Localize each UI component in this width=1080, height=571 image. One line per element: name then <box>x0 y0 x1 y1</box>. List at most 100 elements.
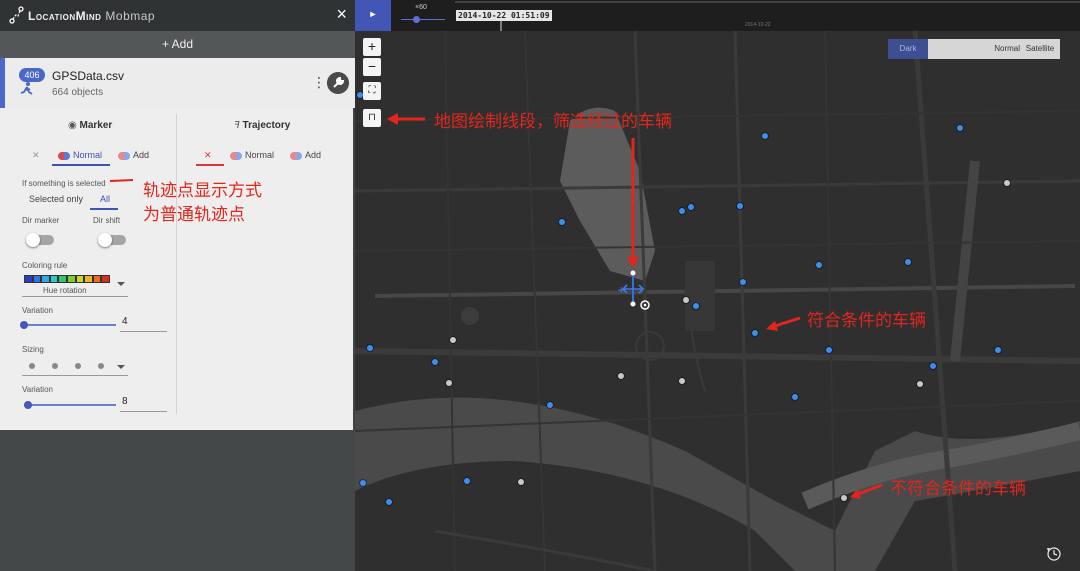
variation-value[interactable]: 4 <box>122 316 128 327</box>
nonmatching-vehicle-marker[interactable] <box>917 381 923 387</box>
normal-pill-icon <box>58 151 70 160</box>
panel-header: LocationMind Mobmap × <box>0 0 355 31</box>
variation2-slider-track[interactable] <box>24 404 116 406</box>
matching-vehicle-marker[interactable] <box>762 133 768 139</box>
zoom-in-button[interactable]: + <box>363 38 381 56</box>
dir-marker-label: Dir marker <box>22 216 60 225</box>
matching-vehicle-marker[interactable] <box>930 363 936 369</box>
coloring-rule-swatch[interactable] <box>24 275 110 283</box>
brand-name: LocationMind <box>28 9 102 23</box>
selected-all-underline <box>90 208 118 210</box>
clock-icon[interactable] <box>1045 545 1061 561</box>
matching-vehicle-marker[interactable] <box>957 125 963 131</box>
map-style-normal[interactable]: Normal <box>948 39 1020 59</box>
matching-vehicle-marker[interactable] <box>737 203 743 209</box>
marker-mode-add[interactable]: Add <box>118 150 149 160</box>
marker-mode-add-label: Add <box>133 150 150 160</box>
matching-vehicle-marker[interactable] <box>792 394 798 400</box>
normal-pill-icon <box>230 151 242 160</box>
matching-vehicle-marker[interactable] <box>752 330 758 336</box>
matching-vehicle-marker[interactable] <box>995 347 1001 353</box>
annotation-nonmatching-vehicles: 不符合条件的车辆 <box>890 479 1026 499</box>
timeline-bar: ► ×60 2014-10-22 01:51:09 2014-10-22 <box>355 0 1080 31</box>
panel-empty-area <box>0 430 355 571</box>
trajectory-title: Trajectory <box>242 120 291 131</box>
variation2-value[interactable]: 8 <box>122 396 128 407</box>
layer-card[interactable]: 406 GPSData.csv 664 objects ⋮ <box>0 58 355 108</box>
matching-vehicle-marker[interactable] <box>816 262 822 268</box>
variation2-slider-knob[interactable] <box>24 401 32 409</box>
add-pill-icon <box>118 151 130 160</box>
map-style-switch: Dark Normal Satellite <box>888 39 1060 59</box>
close-icon[interactable]: × <box>336 4 347 24</box>
zoom-out-button[interactable]: − <box>363 58 381 76</box>
play-icon[interactable]: ► <box>355 0 391 31</box>
sizing-underline <box>22 375 128 376</box>
marker-mode-none[interactable]: ✕ <box>32 150 40 161</box>
none-icon: ✕ <box>204 150 212 160</box>
draw-segment-icon[interactable]: ⊓ <box>363 109 381 127</box>
matching-vehicle-marker[interactable] <box>826 347 832 353</box>
add-pill-icon <box>290 151 302 160</box>
trajectory-mode-add[interactable]: Add <box>290 150 321 160</box>
wrench-icon[interactable] <box>327 72 349 94</box>
nonmatching-vehicle-marker[interactable] <box>450 337 456 343</box>
dir-shift-toggle[interactable] <box>98 233 126 247</box>
matching-vehicle-marker[interactable] <box>905 259 911 265</box>
matching-vehicle-marker[interactable] <box>386 499 392 505</box>
section-divider <box>176 114 177 414</box>
trajectory-mode-none[interactable]: ✕ <box>204 150 212 161</box>
matching-vehicle-marker[interactable] <box>360 480 366 486</box>
annotation-draw-segment: 地图绘制线段，筛选经过的车辆 <box>434 112 672 132</box>
nonmatching-vehicle-marker[interactable] <box>679 378 685 384</box>
matching-vehicle-marker[interactable] <box>367 345 373 351</box>
coloring-rule-value: Hue rotation <box>43 286 87 295</box>
variation-slider-track[interactable] <box>24 324 116 326</box>
map-style-satellite[interactable]: Satellite <box>1020 39 1060 59</box>
marker-mode-normal[interactable]: Normal <box>58 150 102 160</box>
marker-mode-underline <box>52 164 110 166</box>
matching-vehicle-marker[interactable] <box>740 279 746 285</box>
matching-vehicle-marker[interactable] <box>559 219 565 225</box>
trajectory-mode-normal[interactable]: Normal <box>230 150 274 160</box>
variation-slider-knob[interactable] <box>20 321 28 329</box>
svg-text:+: + <box>617 285 625 296</box>
variation-label: Variation <box>22 306 53 315</box>
matching-vehicle-marker[interactable] <box>547 402 553 408</box>
nonmatching-vehicle-marker[interactable] <box>841 495 847 501</box>
annotation-matching-vehicles: 符合条件的车辆 <box>807 311 926 331</box>
nonmatching-vehicle-marker[interactable] <box>618 373 624 379</box>
dir-marker-toggle[interactable] <box>26 233 54 247</box>
trajectory-mode-underline <box>196 164 224 166</box>
variation2-label: Variation <box>22 385 53 394</box>
matching-vehicle-marker[interactable] <box>688 204 694 210</box>
selected-all-option[interactable]: All <box>100 194 110 204</box>
map-style-dark[interactable]: Dark <box>888 39 928 59</box>
speed-slider-track[interactable] <box>401 19 445 20</box>
color-swatch <box>41 275 50 283</box>
nonmatching-vehicle-marker[interactable] <box>518 479 524 485</box>
marker-mode-normal-label: Normal <box>73 150 103 160</box>
selected-only-option[interactable]: Selected only <box>29 194 83 204</box>
fit-bounds-icon[interactable]: ⛶ <box>363 82 381 100</box>
matching-vehicle-marker[interactable] <box>679 208 685 214</box>
app-title: LocationMind Mobmap <box>28 9 155 23</box>
color-swatch <box>66 275 76 283</box>
layer-object-count: 664 objects <box>52 87 104 98</box>
chevron-down-icon[interactable] <box>117 365 125 369</box>
trajectory-section-title: ꟻ Trajectory <box>234 120 290 131</box>
app-name: Mobmap <box>105 9 156 23</box>
matching-vehicle-marker[interactable] <box>693 303 699 309</box>
nonmatching-vehicle-marker[interactable] <box>1004 180 1010 186</box>
add-layer-button[interactable]: + Add <box>0 31 355 58</box>
nonmatching-vehicle-marker[interactable] <box>683 297 689 303</box>
chevron-down-icon[interactable] <box>117 282 125 286</box>
more-vertical-icon[interactable]: ⋮ <box>312 74 326 91</box>
speed-label: ×60 <box>415 4 427 11</box>
color-swatch <box>84 275 93 283</box>
speed-slider-knob[interactable] <box>413 16 420 23</box>
matching-vehicle-marker[interactable] <box>432 359 438 365</box>
matching-vehicle-marker[interactable] <box>464 478 470 484</box>
nonmatching-vehicle-marker[interactable] <box>446 380 452 386</box>
timeline-date: 2014-10-22 <box>745 22 771 28</box>
